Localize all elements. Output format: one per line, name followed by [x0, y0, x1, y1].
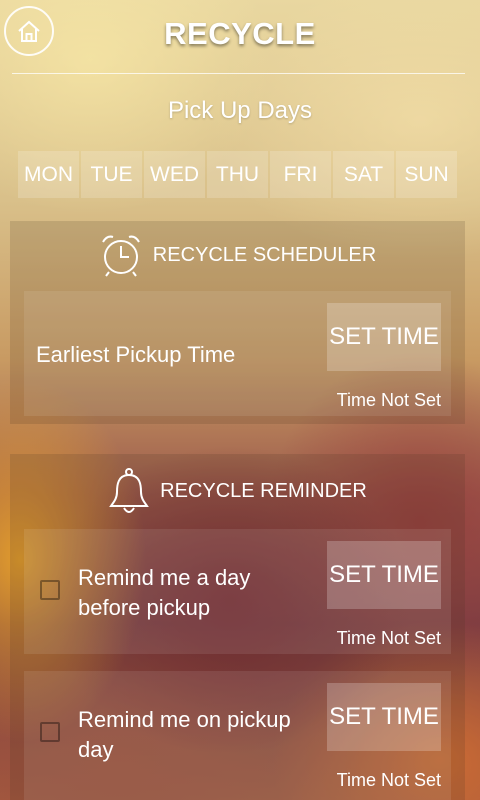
set-time-button-earliest[interactable]: SET TIME [327, 303, 441, 371]
day-button-wed[interactable]: WED [144, 151, 205, 198]
earliest-time-status: Time Not Set [336, 390, 441, 410]
header-divider [12, 73, 465, 74]
day-button-fri[interactable]: FRI [270, 151, 331, 198]
reminder-day-before-label: Remind me a day before pickup [78, 563, 250, 623]
reminder-pickup-day-line2: day [78, 737, 114, 762]
day-button-sat[interactable]: SAT [333, 151, 394, 198]
reminder-header: RECYCLE REMINDER [10, 466, 465, 516]
set-time-button-pickup-day[interactable]: SET TIME [327, 683, 441, 751]
scheduler-header: RECYCLE SCHEDULER [10, 231, 465, 279]
pickup-day-time-status: Time Not Set [336, 770, 441, 790]
set-time-button-day-before[interactable]: SET TIME [327, 541, 441, 609]
reminder-day-before-checkbox[interactable] [40, 580, 60, 600]
page-title: RECYCLE [164, 16, 316, 51]
day-button-thu[interactable]: THU [207, 151, 268, 198]
earliest-pickup-label: Earliest Pickup Time [36, 342, 236, 367]
pickup-days-selector: MON TUE WED THU FRI SAT SUN [18, 151, 457, 198]
reminder-pickup-day-line1: Remind me on pickup [78, 707, 291, 732]
bell-icon [109, 468, 150, 513]
alarm-clock-icon [101, 235, 140, 277]
reminder-row-pickup-day: Remind me on pickup day SET TIME Time No… [24, 671, 451, 800]
scheduler-panel: RECYCLE SCHEDULER Earliest Pickup Time S… [10, 221, 465, 424]
day-button-sun[interactable]: SUN [396, 151, 457, 198]
reminder-row-day-before: Remind me a day before pickup SET TIME T… [24, 529, 451, 654]
day-button-tue[interactable]: TUE [81, 151, 142, 198]
reminder-title: RECYCLE REMINDER [160, 479, 367, 502]
app-header: RECYCLE [0, 0, 480, 76]
reminder-panel: RECYCLE REMINDER Remind me a day before … [10, 454, 465, 800]
scheduler-title: RECYCLE SCHEDULER [152, 243, 377, 266]
reminder-day-before-line1: Remind me a day [78, 565, 251, 590]
reminder-pickup-day-checkbox[interactable] [40, 722, 60, 742]
earliest-pickup-row: Earliest Pickup Time SET TIME Time Not S… [24, 291, 451, 416]
day-before-time-status: Time Not Set [336, 628, 441, 648]
reminder-day-before-line2: before pickup [78, 595, 211, 620]
reminder-pickup-day-label: Remind me on pickup day [78, 705, 291, 765]
pickup-days-title: Pick Up Days [167, 97, 313, 124]
day-button-mon[interactable]: MON [18, 151, 79, 198]
